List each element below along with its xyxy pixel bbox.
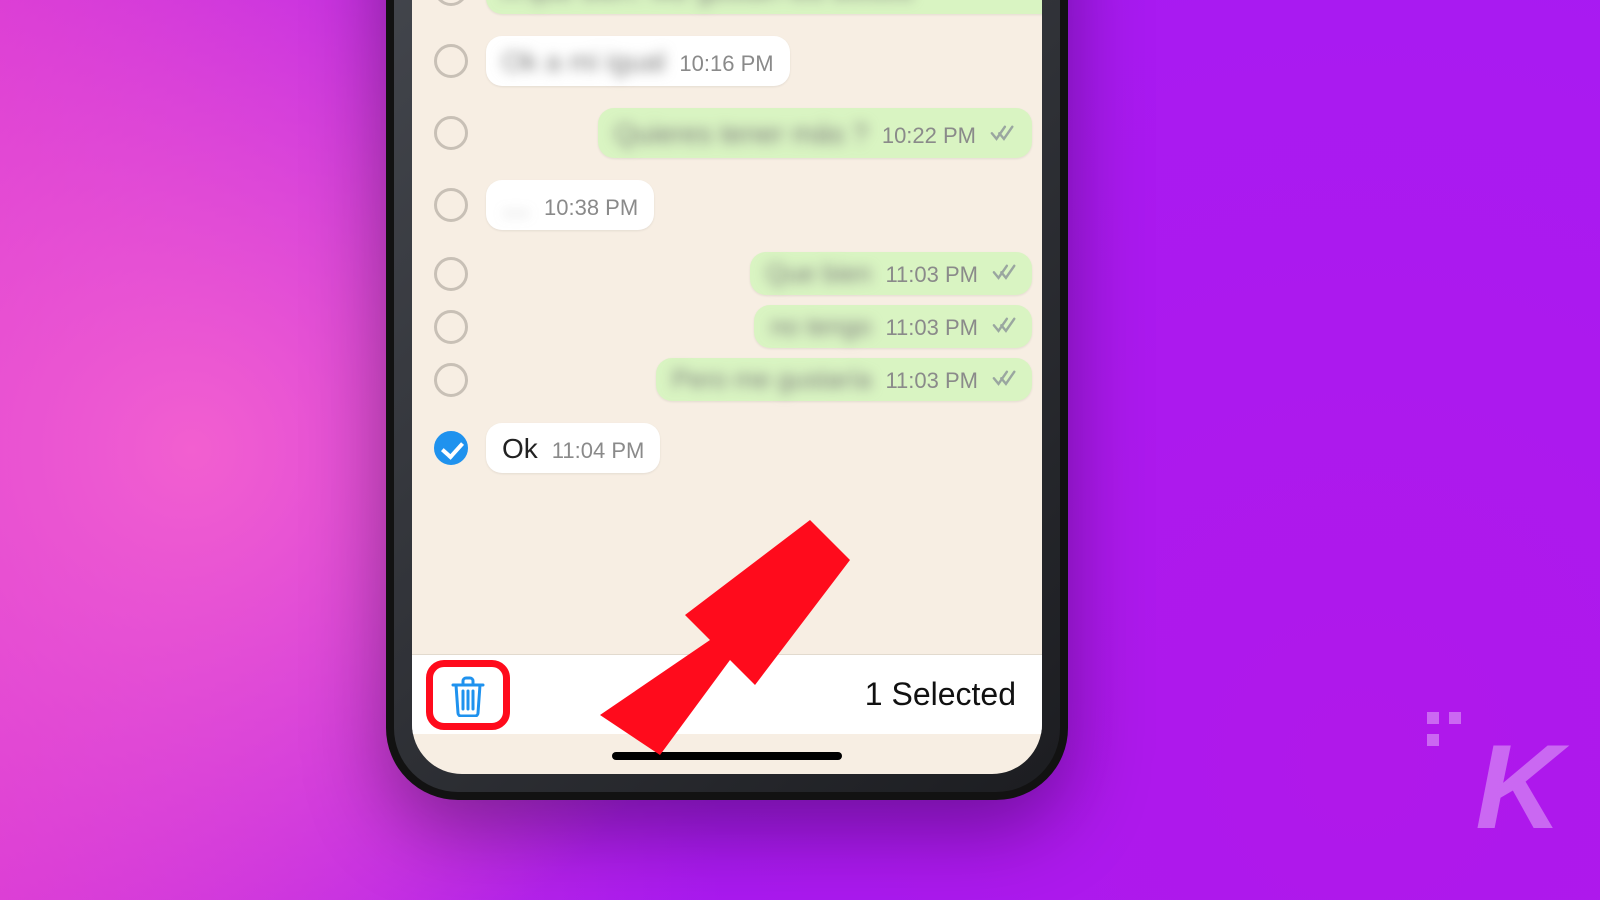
message-timestamp: 10:06 PM xyxy=(927,0,1021,5)
watermark: K xyxy=(1475,718,1558,856)
watermark-letter: K xyxy=(1475,720,1558,854)
message-timestamp: 11:03 PM xyxy=(885,368,978,394)
message-timestamp: 11:03 PM xyxy=(885,315,978,341)
message-timestamp: 11:03 PM xyxy=(885,262,978,288)
message-row[interactable]: … 10:38 PM xyxy=(434,180,1032,230)
phone-screen: … 10:01 PM A que bien. Me gustan los bol… xyxy=(412,0,1042,774)
double-check-icon xyxy=(990,124,1016,143)
select-circle[interactable] xyxy=(434,44,468,78)
double-check-icon xyxy=(992,316,1018,335)
message-text: A que bien. Me gustan los bolsos xyxy=(502,0,913,6)
message-text: Ok xyxy=(502,433,538,465)
message-row[interactable]: Que bien 11:03 PM xyxy=(434,252,1032,295)
message-row[interactable]: Quieres tener más ? 10:22 PM xyxy=(434,108,1032,158)
message-row[interactable]: Pero me gustaría 11:03 PM xyxy=(434,358,1032,401)
message-row[interactable]: A que bien. Me gustan los bolsos 10:06 P… xyxy=(434,0,1032,14)
message-bubble-outgoing[interactable]: Quieres tener más ? 10:22 PM xyxy=(598,108,1032,158)
message-bubble-outgoing[interactable]: A que bien. Me gustan los bolsos 10:06 P… xyxy=(486,0,1042,14)
message-text: Quieres tener más ? xyxy=(614,118,868,150)
message-text: Ok a mi igual xyxy=(502,46,665,78)
phone-frame: … 10:01 PM A que bien. Me gustan los bol… xyxy=(386,0,1068,800)
message-timestamp: 11:04 PM xyxy=(552,438,645,464)
select-circle[interactable] xyxy=(434,363,468,397)
trash-icon xyxy=(449,673,487,717)
message-bubble-incoming[interactable]: … 10:38 PM xyxy=(486,180,654,230)
delete-button[interactable] xyxy=(426,660,510,730)
chat-message-list: … 10:01 PM A que bien. Me gustan los bol… xyxy=(412,0,1042,654)
select-circle[interactable] xyxy=(434,0,468,6)
select-circle-checked[interactable] xyxy=(434,431,468,465)
message-text: Que bien xyxy=(766,258,872,289)
watermark-dots xyxy=(1427,712,1461,746)
double-check-icon xyxy=(992,369,1018,388)
message-timestamp: 10:38 PM xyxy=(544,195,638,221)
select-circle[interactable] xyxy=(434,116,468,150)
select-circle[interactable] xyxy=(434,257,468,291)
message-bubble-outgoing[interactable]: Pero me gustaría 11:03 PM xyxy=(656,358,1032,401)
selected-count-label: 1 Selected xyxy=(865,676,1016,713)
message-bubble-incoming[interactable]: Ok a mi igual 10:16 PM xyxy=(486,36,790,86)
message-text: … xyxy=(502,190,530,222)
double-check-icon xyxy=(992,263,1018,282)
select-circle[interactable] xyxy=(434,310,468,344)
message-bubble-incoming[interactable]: Ok 11:04 PM xyxy=(486,423,660,473)
message-text: no tengo xyxy=(770,311,871,342)
message-bubble-outgoing[interactable]: Que bien 11:03 PM xyxy=(750,252,1032,295)
message-timestamp: 10:22 PM xyxy=(882,123,976,149)
message-row-selected[interactable]: Ok 11:04 PM xyxy=(434,423,1032,473)
home-indicator[interactable] xyxy=(612,752,842,760)
message-row[interactable]: Ok a mi igual 10:16 PM xyxy=(434,36,1032,86)
background-gradient: … 10:01 PM A que bien. Me gustan los bol… xyxy=(0,0,1600,900)
message-bubble-outgoing[interactable]: no tengo 11:03 PM xyxy=(754,305,1032,348)
message-timestamp: 10:16 PM xyxy=(679,51,773,77)
message-text: Pero me gustaría xyxy=(672,364,871,395)
selection-toolbar: 1 Selected xyxy=(412,654,1042,734)
message-row[interactable]: no tengo 11:03 PM xyxy=(434,305,1032,348)
select-circle[interactable] xyxy=(434,188,468,222)
